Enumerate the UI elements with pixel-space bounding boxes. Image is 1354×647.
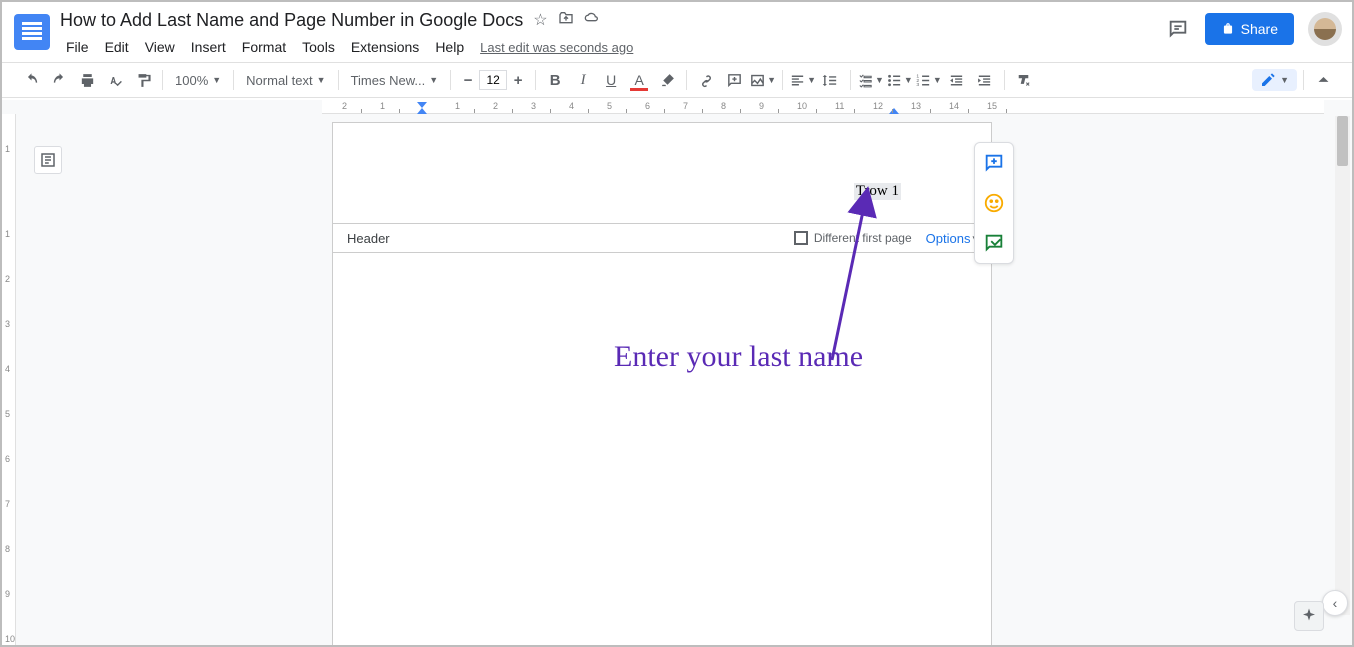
header-options-link[interactable]: Options ▾ (926, 231, 977, 246)
emoji-icon[interactable] (982, 191, 1006, 215)
text-color-button[interactable]: A (626, 67, 652, 93)
annotation-text: Enter your last name (614, 340, 863, 374)
suggest-edits-icon[interactable] (982, 231, 1006, 255)
horizontal-ruler[interactable]: 21123456789101112131415 (322, 100, 1324, 114)
vertical-ruler[interactable]: 11234567891011 (2, 114, 16, 645)
header-bar: Header Different first page Options ▾ (333, 223, 991, 253)
comment-side-panel (974, 142, 1014, 264)
outline-button[interactable] (34, 146, 62, 174)
explore-button[interactable] (1294, 601, 1324, 631)
different-first-page-checkbox[interactable]: Different first page (794, 231, 912, 245)
add-comment-icon[interactable] (982, 151, 1006, 175)
vertical-scrollbar[interactable] (1335, 116, 1350, 615)
document-page[interactable]: Trow 1 Header Different first page Optio… (332, 122, 992, 645)
header-label: Header (347, 231, 390, 246)
side-panel-toggle[interactable]: ‹ (1322, 590, 1348, 616)
header-content[interactable]: Trow 1 (854, 183, 901, 200)
